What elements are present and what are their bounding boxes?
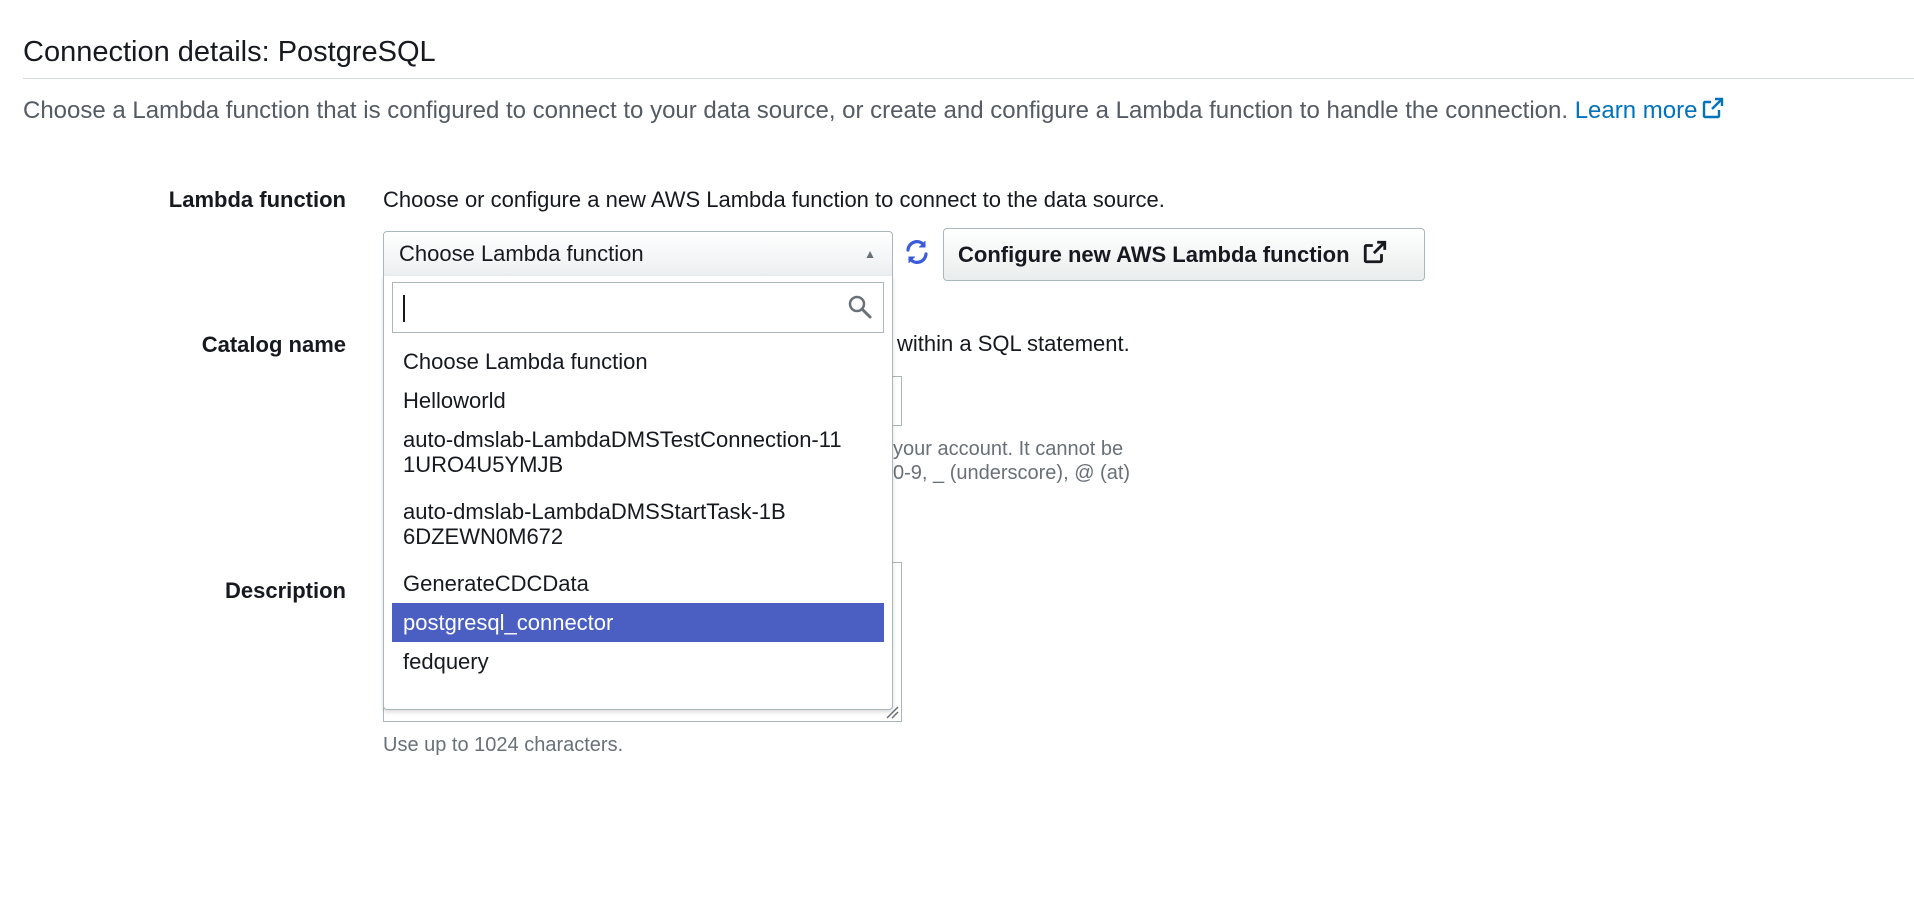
connection-details-page: Connection details: PostgreSQL Choose a … xyxy=(0,0,1914,908)
text-cursor xyxy=(403,295,405,322)
lambda-function-select[interactable]: Choose Lambda function ▲ xyxy=(383,231,893,277)
lambda-function-dropdown: Choose Lambda function Helloworld auto-d… xyxy=(383,276,893,710)
dropdown-search-field[interactable] xyxy=(392,282,884,333)
catalog-name-hint-line2: 0-9, _ (underscore), @ (at) xyxy=(893,462,1131,484)
description-hint: Use up to 1024 characters. xyxy=(383,734,624,756)
external-link-icon xyxy=(1363,240,1386,264)
dropdown-option-label: auto-dmslab-LambdaDMSTestConnection-111U… xyxy=(403,427,842,477)
section-title: Connection details: PostgreSQL xyxy=(23,36,436,68)
lambda-function-description: Choose or configure a new AWS Lambda fun… xyxy=(383,187,1165,212)
dropdown-option[interactable]: fedquery xyxy=(392,642,884,681)
dropdown-option-label: auto-dmslab-LambdaDMSStartTask-1B6DZEWN0… xyxy=(403,499,786,549)
catalog-name-hint-line1: your account. It cannot be xyxy=(893,438,1124,460)
search-icon xyxy=(848,295,872,319)
dropdown-option[interactable]: auto-dmslab-LambdaDMSTestConnection-111U… xyxy=(392,420,884,484)
dropdown-option-selected[interactable]: postgresql_connector xyxy=(392,603,884,642)
refresh-icon[interactable] xyxy=(903,238,931,266)
lambda-function-label: Lambda function xyxy=(168,187,346,212)
intro-description: Choose a Lambda function that is configu… xyxy=(23,97,1569,124)
dropdown-option[interactable]: GenerateCDCData xyxy=(392,564,884,603)
dropdown-option[interactable]: Choose Lambda function xyxy=(392,342,884,381)
caret-up-icon: ▲ xyxy=(864,247,876,261)
dropdown-options-list: Choose Lambda function Helloworld auto-d… xyxy=(392,342,884,681)
configure-lambda-label: Configure new AWS Lambda function xyxy=(958,242,1350,267)
title-divider xyxy=(23,78,1914,79)
dropdown-option[interactable]: Helloworld xyxy=(392,381,884,420)
intro-text: Choose a Lambda function that is configu… xyxy=(23,96,1725,125)
dropdown-option[interactable]: auto-dmslab-LambdaDMSStartTask-1B6DZEWN0… xyxy=(392,492,884,556)
dropdown-search-input[interactable] xyxy=(393,283,825,332)
lambda-select-value: Choose Lambda function xyxy=(399,241,644,266)
learn-more-link[interactable]: Learn more xyxy=(1575,97,1726,124)
external-link-icon xyxy=(1703,97,1724,119)
catalog-name-description: within a SQL statement. xyxy=(897,331,1130,356)
configure-lambda-button[interactable]: Configure new AWS Lambda function xyxy=(943,228,1425,281)
description-label: Description xyxy=(224,578,346,603)
catalog-name-label: Catalog name xyxy=(201,332,346,357)
